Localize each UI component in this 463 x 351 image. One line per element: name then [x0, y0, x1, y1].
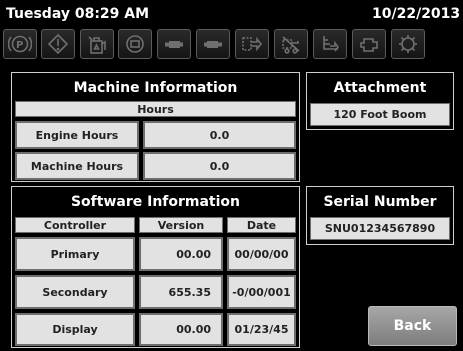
- version-display: 00.00: [139, 313, 223, 346]
- attachment-value: 120 Foot Boom: [310, 103, 450, 126]
- version-header: Version: [139, 217, 223, 233]
- controller-secondary: Secondary: [15, 275, 135, 309]
- hours-header: Hours: [15, 101, 296, 117]
- filter-icon: [391, 29, 425, 59]
- engine-icon: [118, 29, 152, 59]
- date-header: Date: [227, 217, 296, 233]
- engine-alt-icon: [352, 29, 386, 59]
- drive-right-icon: [196, 29, 230, 59]
- no-transport-icon: [274, 29, 308, 59]
- version-primary: 00.00: [139, 237, 223, 271]
- fuel-icon: [80, 29, 114, 59]
- current-date: 10/22/2013: [372, 6, 461, 22]
- back-button[interactable]: Back: [368, 306, 457, 346]
- serial-number-value: SNU01234567890: [310, 217, 450, 240]
- hydraulic-icon: [235, 29, 269, 59]
- attachment-title: Attachment: [333, 80, 427, 96]
- boom-icon: [313, 29, 347, 59]
- day-time: Tuesday 08:29 AM: [6, 6, 150, 22]
- controller-header: Controller: [15, 217, 135, 233]
- engine-hours-value: 0.0: [143, 121, 296, 149]
- serial-number-title: Serial Number: [323, 194, 437, 210]
- warning-icon: [41, 29, 75, 59]
- engine-hours-label: Engine Hours: [15, 121, 139, 149]
- indicator-row: P: [0, 27, 463, 61]
- status-bar: Tuesday 08:29 AM 10/22/2013: [0, 0, 463, 27]
- date-primary: 00/00/00: [227, 237, 296, 271]
- controller-display: Display: [15, 313, 135, 346]
- drive-left-icon: [157, 29, 191, 59]
- software-information-title: Software Information: [70, 194, 241, 210]
- svg-text:P: P: [16, 40, 23, 51]
- date-secondary: -0/00/001: [227, 275, 296, 309]
- controller-primary: Primary: [15, 237, 135, 271]
- machine-hours-label: Machine Hours: [15, 152, 139, 180]
- machine-information-title: Machine Information: [73, 80, 238, 96]
- version-secondary: 655.35: [139, 275, 223, 309]
- parking-brake-icon: P: [3, 29, 37, 59]
- date-display: 01/23/45: [227, 313, 296, 346]
- machine-hours-value: 0.0: [143, 152, 296, 180]
